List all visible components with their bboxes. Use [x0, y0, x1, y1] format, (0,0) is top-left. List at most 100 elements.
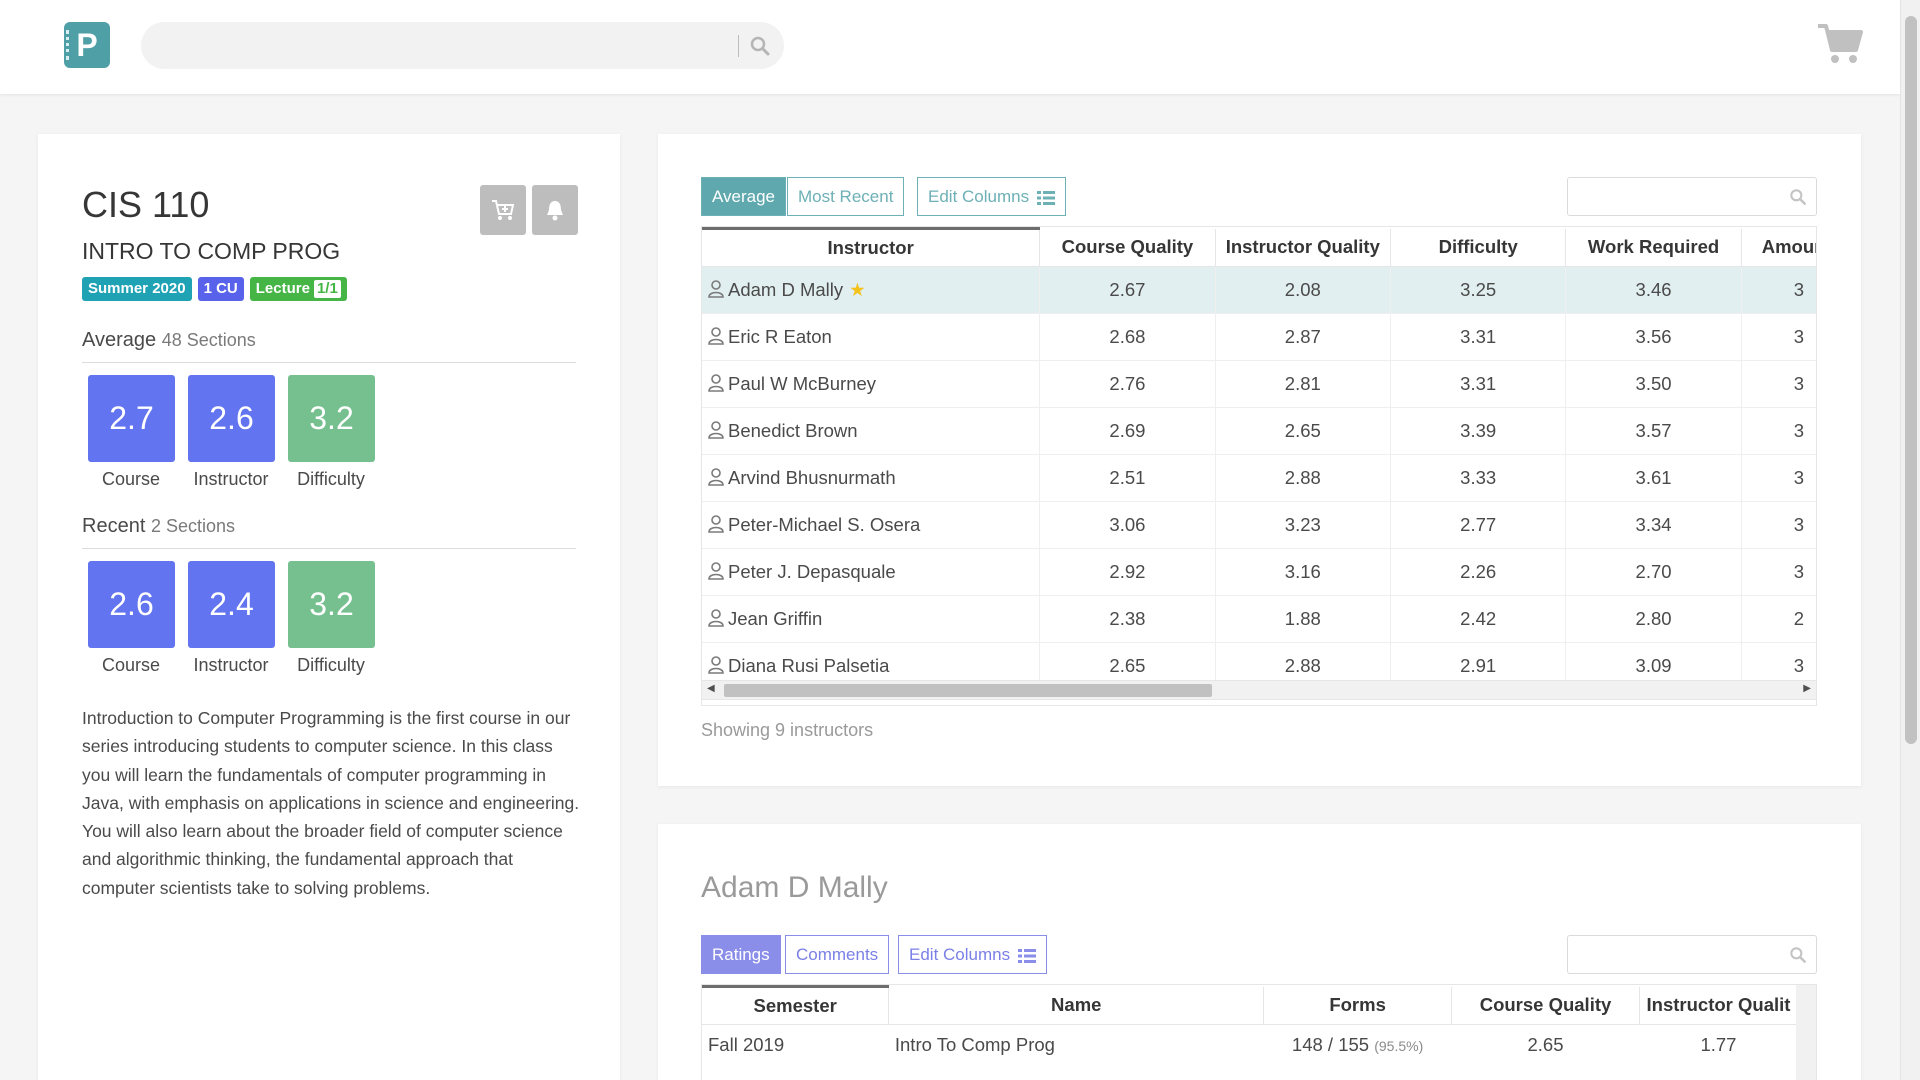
course-description: Introduction to Computer Programming is …: [82, 708, 580, 898]
work-required-cell: 2.70: [1565, 548, 1742, 596]
instructors-panel: Average Most Recent Edit Columns Instruc…: [658, 134, 1861, 786]
edit-columns-button[interactable]: Edit Columns: [898, 935, 1048, 974]
col-amount[interactable]: Amoun: [1741, 228, 1816, 267]
instructor-name-cell[interactable]: Benedict Brown: [702, 407, 1041, 455]
showing-count: Showing 9 instructors: [701, 720, 874, 740]
person-icon: [708, 515, 724, 533]
edit-columns-button[interactable]: Edit Columns: [917, 177, 1067, 216]
instructor-name[interactable]: Arvind Bhusnurmath: [728, 467, 896, 488]
table-row[interactable]: Peter-Michael S. Osera 3.06 3.23 2.77 3.34 3: [702, 501, 1816, 549]
instructor-name[interactable]: Peter J. Depasquale: [728, 561, 896, 582]
table-row[interactable]: Jean Griffin 2.38 1.88 2.42 2.80 2: [702, 595, 1816, 643]
instructor-name[interactable]: Jean Griffin: [728, 608, 822, 629]
table-row[interactable]: Benedict Brown 2.69 2.65 3.39 3.57 3: [702, 407, 1816, 455]
person-icon: [708, 468, 724, 486]
avg-difficulty-score: 3.2: [288, 375, 375, 462]
global-search-input[interactable]: [141, 22, 784, 69]
logo[interactable]: P: [64, 22, 110, 68]
difficulty-cell: 3.33: [1390, 454, 1567, 502]
col-semester[interactable]: Semester: [702, 985, 890, 1025]
list-icon: [1037, 190, 1056, 205]
col-work-required[interactable]: Work Required: [1565, 228, 1742, 267]
edit-columns-label: Edit Columns: [909, 945, 1011, 964]
instructor-name-cell[interactable]: Jean Griffin: [702, 595, 1041, 643]
instructor-name-cell[interactable]: Peter J. Depasquale: [702, 548, 1041, 596]
table-row[interactable]: Adam D Mally ★ 2.67 2.08 3.25 3.46 3: [702, 266, 1816, 314]
instructor-detail-panel: Adam D Mally Ratings Comments Edit Colum…: [658, 824, 1861, 1080]
semester-cell: Fall 2019: [708, 1033, 785, 1055]
instructor-name[interactable]: Diana Rusi Palsetia: [728, 655, 889, 676]
table-row[interactable]: Fall 2019 Intro To Comp Prog 148 / 155 (…: [702, 1025, 1798, 1065]
table-row[interactable]: Arvind Bhusnurmath 2.51 2.88 3.33 3.61 3: [702, 454, 1816, 502]
instructor-name[interactable]: Benedict Brown: [728, 420, 858, 441]
ratings-search-input[interactable]: [1567, 935, 1817, 974]
recent-label: Recent: [82, 515, 146, 537]
instructor-search-input[interactable]: [1567, 177, 1817, 216]
table-row[interactable]: Eric R Eaton 2.68 2.87 3.31 3.56 3: [702, 313, 1816, 361]
amount-cell: 3: [1741, 266, 1816, 314]
tab-average[interactable]: Average: [701, 177, 787, 216]
work-required-cell: 3.61: [1565, 454, 1742, 502]
course-quality-cell: 2.51: [1039, 454, 1216, 502]
scroll-left-arrow[interactable]: ◀: [707, 683, 715, 694]
page-scrollbar-thumb[interactable]: [1905, 16, 1917, 744]
amount-cell: 2: [1741, 595, 1816, 643]
tab-most-recent[interactable]: Most Recent: [787, 177, 905, 216]
edit-columns-label: Edit Columns: [928, 187, 1030, 206]
course-code: CIS 110: [82, 184, 210, 225]
col-forms[interactable]: Forms: [1263, 986, 1453, 1025]
instructor-name[interactable]: Paul W McBurney: [728, 373, 876, 394]
instructor-name[interactable]: Adam D Mally: [728, 279, 843, 300]
cart-icon[interactable]: [1816, 22, 1864, 66]
add-to-cart-button[interactable]: [480, 185, 526, 235]
person-icon: [708, 562, 724, 580]
recent-instructor-score: 2.4: [188, 561, 275, 648]
col-difficulty[interactable]: Difficulty: [1390, 228, 1567, 267]
course-name-cell: Intro To Comp Prog: [894, 1033, 1055, 1055]
search-icon[interactable]: [748, 34, 772, 58]
ratings-table-scrollbar[interactable]: [1796, 985, 1816, 1080]
table-scrollbar-thumb[interactable]: [724, 684, 1212, 697]
course-quality-cell: 3.06: [1039, 501, 1216, 549]
col-instructor-quality[interactable]: Instructor Qualit: [1639, 986, 1799, 1025]
search-icon: [1790, 947, 1806, 963]
instructor-name-cell[interactable]: Eric R Eaton: [702, 313, 1041, 361]
notify-button[interactable]: [532, 185, 578, 235]
instructor-name-cell[interactable]: Peter-Michael S. Osera: [702, 501, 1041, 549]
instructor-name[interactable]: Peter-Michael S. Osera: [728, 514, 920, 535]
tab-comments[interactable]: Comments: [785, 935, 890, 974]
average-sections: 48 Sections: [161, 330, 256, 350]
amount-cell: 3: [1741, 407, 1816, 455]
difficulty-cell: 3.31: [1390, 360, 1567, 408]
col-instructor-quality[interactable]: Instructor Quality: [1215, 228, 1391, 267]
logo-letter: P: [76, 27, 98, 63]
instructor-name-cell[interactable]: Paul W McBurney: [702, 360, 1041, 408]
col-instructor[interactable]: Instructor: [702, 227, 1041, 267]
bell-icon: [547, 201, 563, 221]
difficulty-cell: 3.25: [1390, 266, 1567, 314]
person-icon: [708, 656, 724, 674]
col-name[interactable]: Name: [888, 986, 1265, 1025]
page-scrollbar[interactable]: [1900, 0, 1920, 1080]
course-quality-cell: 2.76: [1039, 360, 1216, 408]
forms-count: 148 / 155: [1291, 1033, 1370, 1055]
col-course-quality[interactable]: Course Quality: [1039, 228, 1216, 267]
course-quality-cell: 2.67: [1039, 266, 1216, 314]
recent-difficulty-score: 3.2: [288, 561, 375, 648]
instructor-name[interactable]: Eric R Eaton: [728, 326, 832, 347]
difficulty-cell: 2.77: [1390, 501, 1567, 549]
person-icon: [708, 609, 724, 627]
avg-instructor-label: Instructor: [193, 469, 269, 489]
instructor-name-cell[interactable]: Arvind Bhusnurmath: [702, 454, 1041, 502]
instructor-quality-cell: 1.88: [1215, 595, 1391, 643]
table-row[interactable]: Paul W McBurney 2.76 2.81 3.31 3.50 3: [702, 360, 1816, 408]
table-row[interactable]: Peter J. Depasquale 2.92 3.16 2.26 2.70 3: [702, 548, 1816, 596]
ratings-table: Semester Name Forms Course Quality Instr…: [701, 984, 1817, 1080]
col-course-quality[interactable]: Course Quality: [1451, 986, 1640, 1025]
person-icon: [708, 374, 724, 392]
scroll-right-arrow[interactable]: ▶: [1803, 683, 1811, 694]
tab-ratings[interactable]: Ratings: [701, 935, 781, 974]
instructor-name-cell[interactable]: Adam D Mally ★: [702, 266, 1041, 314]
course-quality-cell: 2.68: [1039, 313, 1216, 361]
table-horizontal-scrollbar[interactable]: ◀ ▶: [701, 680, 1817, 700]
